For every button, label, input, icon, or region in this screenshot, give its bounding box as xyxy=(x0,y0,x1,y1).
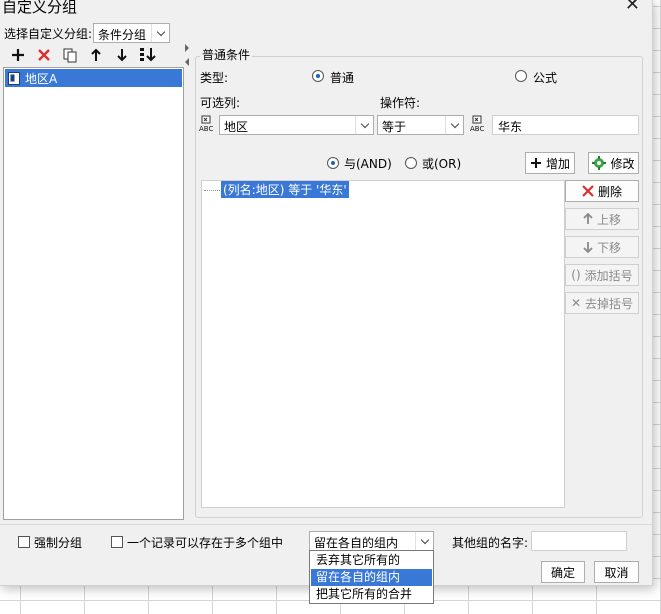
remove-bracket-label: 去掉括号 xyxy=(585,296,634,311)
value-field-icon[interactable]: ABC xyxy=(470,115,490,133)
column-field-icon: ABC xyxy=(199,115,219,133)
type-formula-label[interactable]: 公式 xyxy=(533,69,557,86)
operator-select-value: 等于 xyxy=(382,120,407,134)
cancel-button[interactable]: 取消 xyxy=(594,561,639,583)
others-select[interactable]: 留在各自的组内 xyxy=(309,531,434,551)
force-group-label[interactable]: 强制分组 xyxy=(34,534,82,551)
sort-icon[interactable] xyxy=(138,44,158,66)
move-up-label: 上移 xyxy=(596,212,621,227)
add-bracket-label: 添加括号 xyxy=(584,268,633,283)
group-select-label: 选择自定义分组: xyxy=(4,27,93,41)
dropdown-option-selected[interactable]: 留在各自的组内 xyxy=(311,569,432,586)
arrow-up-icon xyxy=(583,213,593,224)
add-icon xyxy=(530,158,541,168)
copy-icon[interactable] xyxy=(60,44,80,66)
condition-group-title: 普通条件 xyxy=(200,46,253,63)
add-icon[interactable] xyxy=(8,44,28,66)
column-select[interactable]: 地区 xyxy=(219,115,374,135)
group-select-value: 条件分组 xyxy=(98,28,147,42)
svg-text:ABC: ABC xyxy=(199,125,213,133)
type-normal-label[interactable]: 普通 xyxy=(330,69,354,86)
type-normal-radio[interactable] xyxy=(312,70,324,82)
delete-condition-label: 删除 xyxy=(597,184,622,199)
type-label: 类型: xyxy=(200,71,229,85)
group-tree[interactable]: 地区A xyxy=(3,67,184,520)
type-formula-radio[interactable] xyxy=(515,70,527,82)
add-bracket-button[interactable]: () 添加括号 xyxy=(565,264,639,286)
close-icon[interactable]: ✕ xyxy=(625,0,640,15)
modify-condition-button[interactable]: 修改 xyxy=(588,152,639,174)
force-group-checkbox[interactable] xyxy=(18,536,30,548)
remove-bracket-icon: ✕ xyxy=(570,296,582,310)
arrow-down-icon xyxy=(583,242,593,253)
logic-and-label[interactable]: 与(AND) xyxy=(344,155,392,172)
tree-item-label: 地区A xyxy=(25,72,58,86)
panel-splitter[interactable] xyxy=(184,44,190,520)
chevron-down-icon xyxy=(415,532,433,550)
multi-group-label[interactable]: 一个记录可以存在于多个组中 xyxy=(127,534,283,551)
svg-text:ABC: ABC xyxy=(470,125,484,133)
other-group-name-label: 其他组的名字: xyxy=(452,536,529,550)
operator-label: 操作符: xyxy=(380,96,421,110)
cancel-label: 取消 xyxy=(604,565,629,580)
delete-condition-button[interactable]: 删除 xyxy=(565,180,639,202)
logic-and-radio[interactable] xyxy=(327,157,339,169)
ok-button[interactable]: 确定 xyxy=(541,561,585,583)
others-dropdown-list[interactable]: 丢弃其它所有的 留在各自的组内 把其它所有的合并 xyxy=(309,550,434,604)
operator-select[interactable]: 等于 xyxy=(377,115,464,135)
ok-label: 确定 xyxy=(550,565,575,580)
move-down-button[interactable]: 下移 xyxy=(565,236,639,258)
chevron-down-icon xyxy=(151,24,169,42)
chevron-down-icon xyxy=(445,116,463,134)
move-down-label: 下移 xyxy=(596,240,621,255)
delete-icon xyxy=(582,185,594,197)
custom-group-dialog: 自定义分组 ✕ 选择自定义分组: 条件分组 地区A 普通条件 类型: 普通 公式… xyxy=(0,0,653,586)
move-up-icon[interactable] xyxy=(86,44,106,66)
column-select-value: 地区 xyxy=(224,120,249,134)
logic-or-label[interactable]: 或(OR) xyxy=(422,155,461,172)
condition-value-text: 华东 xyxy=(498,120,523,134)
condition-list[interactable]: (列名:地区) 等于 '华东' xyxy=(201,180,565,508)
condition-item[interactable]: (列名:地区) 等于 '华东' xyxy=(221,181,349,198)
delete-icon[interactable] xyxy=(34,44,54,66)
tree-item[interactable]: 地区A xyxy=(5,69,182,87)
column-label: 可选列: xyxy=(200,96,241,110)
add-condition-label: 增加 xyxy=(545,156,570,171)
bracket-icon: () xyxy=(571,268,581,282)
group-node-icon xyxy=(8,72,20,85)
add-condition-button[interactable]: 增加 xyxy=(525,152,575,174)
condition-value-input[interactable]: 华东 xyxy=(492,115,639,135)
others-select-value: 留在各自的组内 xyxy=(314,536,399,550)
modify-icon xyxy=(592,156,607,170)
modify-condition-label: 修改 xyxy=(610,156,635,171)
move-down-icon[interactable] xyxy=(112,44,132,66)
logic-or-radio[interactable] xyxy=(405,157,417,169)
other-group-name-input[interactable] xyxy=(531,531,627,551)
dialog-title: 自定义分组 xyxy=(2,0,78,16)
footer-divider xyxy=(0,524,653,525)
dropdown-option[interactable]: 把其它所有的合并 xyxy=(311,586,432,603)
move-up-button[interactable]: 上移 xyxy=(565,208,639,230)
chevron-down-icon xyxy=(355,116,373,134)
dropdown-option[interactable]: 丢弃其它所有的 xyxy=(311,552,432,569)
multi-group-checkbox[interactable] xyxy=(111,536,123,548)
remove-bracket-button[interactable]: ✕ 去掉括号 xyxy=(565,292,639,314)
group-select[interactable]: 条件分组 xyxy=(93,23,170,43)
